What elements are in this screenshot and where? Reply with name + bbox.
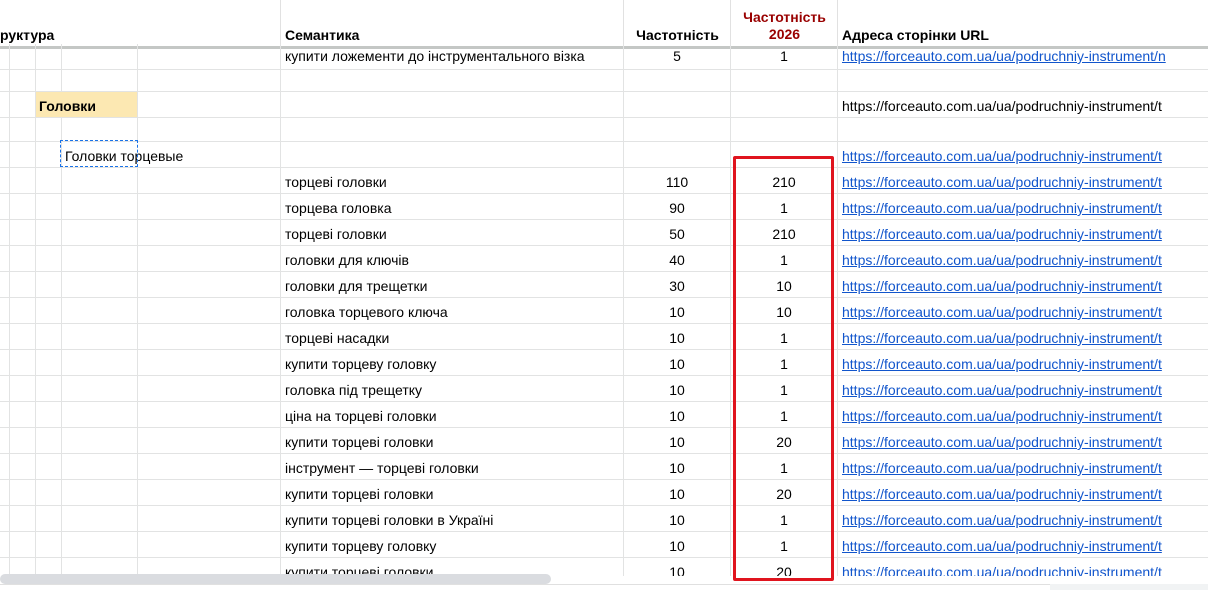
header-frequency-2026[interactable]: Частотність 2026 <box>731 0 838 46</box>
url-cell[interactable]: https://forceauto.com.ua/ua/podruchniy-i… <box>838 480 1208 505</box>
header-frequency-2026-line2: 2026 <box>768 26 801 42</box>
frequency-cell[interactable]: 90 <box>624 194 731 219</box>
table-row-top: купити ложементи до інструментального ві… <box>0 44 1208 70</box>
url-cell[interactable]: https://forceauto.com.ua/ua/podruchniy-i… <box>838 428 1208 453</box>
url-cell[interactable]: https://forceauto.com.ua/ua/podruchniy-i… <box>838 44 1208 69</box>
url-cell[interactable]: https://forceauto.com.ua/ua/podruchniy-i… <box>838 376 1208 401</box>
frequency-cell[interactable]: 50 <box>624 220 731 245</box>
semantics-cell[interactable]: головки для ключів <box>281 246 624 271</box>
frequency-cell[interactable]: 10 <box>624 298 731 323</box>
semantics-cell[interactable]: купити торцеву головку <box>281 350 624 375</box>
semantics-cell[interactable]: інструмент — торцеві головки <box>281 454 624 479</box>
url-cell[interactable]: https://forceauto.com.ua/ua/podruchniy-i… <box>838 220 1208 245</box>
semantics-cell[interactable]: купити торцеві головки <box>281 428 624 453</box>
header-blank[interactable] <box>138 0 281 46</box>
frequency-cell[interactable]: 10 <box>624 350 731 375</box>
frequency-cell[interactable]: 10 <box>624 376 731 401</box>
semantics-cell[interactable]: головка під трещетку <box>281 376 624 401</box>
red-highlight-rectangle <box>733 156 834 581</box>
cell-selection-box <box>60 140 138 167</box>
table-row-subcategory: Головки торцевые https://forceauto.com.u… <box>0 142 1208 168</box>
frequency-cell[interactable]: 10 <box>624 324 731 349</box>
subcategory-url[interactable]: https://forceauto.com.ua/ua/podruchniy-i… <box>838 142 1208 167</box>
semantics-cell[interactable]: купити торцеву головку <box>281 532 624 557</box>
semantics-cell[interactable]: купити ложементи до інструментального ві… <box>281 44 624 69</box>
url-cell[interactable]: https://forceauto.com.ua/ua/podruchniy-i… <box>838 532 1208 557</box>
frequency-cell[interactable]: 30 <box>624 272 731 297</box>
frequency-2026-cell[interactable]: 1 <box>731 44 838 69</box>
url-cell[interactable]: https://forceauto.com.ua/ua/podruchniy-i… <box>838 324 1208 349</box>
table-row: купити торцеву головку 10 1 https://forceau… <box>0 532 1208 558</box>
header-frequency[interactable]: Частотність <box>624 0 731 46</box>
url-cell[interactable]: https://forceauto.com.ua/ua/podruchniy-i… <box>838 402 1208 427</box>
semantics-cell[interactable]: купити торцеві головки <box>281 480 624 505</box>
header-url[interactable]: Адреса сторінки URL <box>838 0 1208 46</box>
frequency-cell[interactable]: 10 <box>624 480 731 505</box>
table-row-empty <box>0 70 1208 92</box>
table-row: торцева головка 90 1 https://forceauto.com.… <box>0 194 1208 220</box>
url-cell[interactable]: https://forceauto.com.ua/ua/podruchniy-i… <box>838 168 1208 193</box>
table-row: купити торцеві головки 10 20 https://forcea… <box>0 480 1208 506</box>
url-cell[interactable]: https://forceauto.com.ua/ua/podruchniy-i… <box>838 506 1208 531</box>
url-cell[interactable]: https://forceauto.com.ua/ua/podruchniy-i… <box>838 350 1208 375</box>
table-row: торцеві головки 110 210 https://forceauto.c… <box>0 168 1208 194</box>
horizontal-scrollbar-thumb[interactable] <box>0 574 551 584</box>
url-cell[interactable]: https://forceauto.com.ua/ua/podruchniy-i… <box>838 272 1208 297</box>
url-cell[interactable]: https://forceauto.com.ua/ua/podruchniy-i… <box>838 298 1208 323</box>
table-row: купити торцеві головки 10 20 https://forcea… <box>0 428 1208 454</box>
table-row: торцеві головки 50 210 https://forceauto.co… <box>0 220 1208 246</box>
url-cell[interactable]: https://forceauto.com.ua/ua/podruchniy-i… <box>838 194 1208 219</box>
table-row: головки для трещетки 30 10 https://forceaut… <box>0 272 1208 298</box>
frequency-cell[interactable]: 10 <box>624 506 731 531</box>
bottom-corner <box>1050 584 1208 590</box>
frequency-cell[interactable]: 10 <box>624 428 731 453</box>
table-row: купити торцеві головки в Україні 10 1 https… <box>0 506 1208 532</box>
category-url[interactable]: https://forceauto.com.ua/ua/podruchniy-i… <box>838 92 1208 117</box>
frequency-cell[interactable]: 40 <box>624 246 731 271</box>
spreadsheet-grid: руктура Семантика Частотність Частотніст… <box>0 0 1208 576</box>
semantics-cell[interactable]: торцева головка <box>281 194 624 219</box>
table-row: головки для ключів 40 1 https://forceauto.c… <box>0 246 1208 272</box>
semantics-cell[interactable]: торцеві насадки <box>281 324 624 349</box>
table-row: головка під трещетку 10 1 https://forceauto… <box>0 376 1208 402</box>
table-row-empty-2 <box>0 118 1208 142</box>
frequency-cell[interactable]: 110 <box>624 168 731 193</box>
category-label[interactable]: Головки <box>36 92 138 117</box>
semantics-cell[interactable]: головка торцевого ключа <box>281 298 624 323</box>
frequency-cell[interactable]: 10 <box>624 454 731 479</box>
header-semantics[interactable]: Семантика <box>281 0 624 46</box>
table-row: інструмент — торцеві головки 10 1 https://f… <box>0 454 1208 480</box>
frequency-cell[interactable]: 10 <box>624 532 731 557</box>
table-row: купити торцеву головку 10 1 https://forceau… <box>0 350 1208 376</box>
semantics-cell[interactable]: ціна на торцеві головки <box>281 402 624 427</box>
semantics-cell[interactable]: головки для трещетки <box>281 272 624 297</box>
table-row: ціна на торцеві головки 10 1 https://forcea… <box>0 402 1208 428</box>
header-frequency-2026-line1: Частотність <box>743 9 826 25</box>
semantics-cell[interactable]: торцеві головки <box>281 168 624 193</box>
semantics-cell[interactable]: торцеві головки <box>281 220 624 245</box>
table-row: торцеві насадки 10 1 https://forceauto.com.… <box>0 324 1208 350</box>
column-header-row: руктура Семантика Частотність Частотніст… <box>0 0 1208 49</box>
frequency-cell[interactable]: 5 <box>624 44 731 69</box>
url-cell[interactable]: https://forceauto.com.ua/ua/podruchniy-i… <box>838 454 1208 479</box>
header-structure[interactable]: руктура <box>0 0 138 46</box>
url-cell[interactable]: https://forceauto.com.ua/ua/podruchniy-i… <box>838 246 1208 271</box>
table-row: головка торцевого ключа 10 10 https://force… <box>0 298 1208 324</box>
frequency-cell[interactable]: 10 <box>624 402 731 427</box>
semantics-cell[interactable]: купити торцеві головки в Україні <box>281 506 624 531</box>
table-row-category: Головки https://forceauto.com.ua/ua/podr… <box>0 92 1208 118</box>
